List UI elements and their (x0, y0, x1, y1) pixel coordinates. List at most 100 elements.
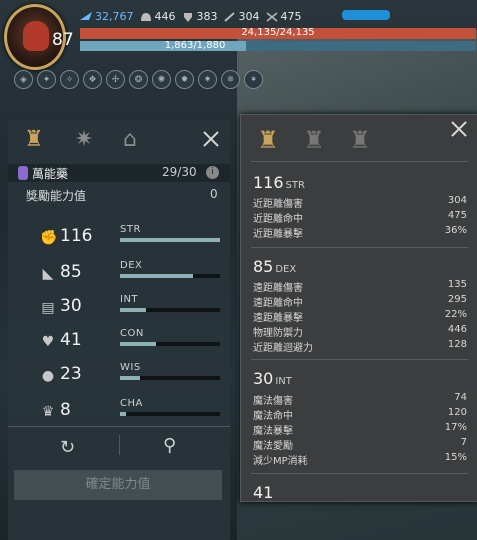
buff-icon[interactable]: ✵ (221, 70, 240, 89)
bonus-value: 0 (210, 187, 218, 201)
buff-icon[interactable]: ✢ (106, 70, 125, 89)
tab-magic-helmet-icon[interactable]: ♜ (347, 125, 373, 155)
buff-icon[interactable]: ✷ (198, 70, 217, 89)
detail-row: 遠距離暴擊 22% (253, 309, 467, 324)
tab-helmet-icon[interactable]: ♜ (20, 126, 48, 154)
stat-detail-panel: ♜ ♜ ♜ 116 STR 近距離傷害 304 近距離命中 475 近距離暴擊 36% … (240, 114, 477, 502)
section-int-header: 30 INT (253, 369, 292, 388)
top-hud: 87 32,767 446 383 304 475 24,135/24,135 … (0, 0, 477, 120)
stat-bar (120, 376, 220, 380)
buff-icon[interactable]: ✺ (152, 70, 171, 89)
detail-row: 物理防禦力 446 (253, 324, 467, 339)
stats-panel: ♜ ✷ ⌂ 萬能藥 29/30 i 獎勵能力值 0 ✊ 116 STR ◣ 85… (8, 120, 230, 540)
stat-bar (120, 342, 220, 346)
tab-house-icon[interactable]: ⌂ (116, 126, 144, 154)
info-icon[interactable]: i (206, 166, 219, 179)
stat-bar-fill (120, 274, 193, 278)
helmet-stat: 446 (140, 10, 176, 23)
buff-icon[interactable]: ❖ (83, 70, 102, 89)
head-icon: ● (41, 368, 55, 384)
stat-row-int[interactable]: ▤ 30 INT (8, 294, 230, 324)
search-icon[interactable]: ⚲ (163, 435, 176, 456)
potion-icon (18, 166, 28, 180)
mp-text: 1,863/1,880 (164, 40, 226, 51)
divider (119, 435, 120, 455)
skull-icon (23, 21, 49, 51)
detail-row: 魔法傷害 74 (253, 392, 467, 407)
buff-icon[interactable]: ✦ (37, 70, 56, 89)
shield-stat: 383 (182, 10, 218, 23)
stat-bar-fill (120, 376, 140, 380)
speed-stat: 32,767 (80, 10, 134, 23)
stat-row-con[interactable]: ♥ 41 CON (8, 328, 230, 358)
detail-row: 遠距離命中 295 (253, 294, 467, 309)
tab-melee-helmet-icon[interactable]: ♜ (255, 125, 281, 155)
book-icon: ▤ (41, 300, 55, 316)
tab-ranged-helmet-icon[interactable]: ♜ (301, 125, 327, 155)
wing-icon (80, 11, 92, 22)
stat-bar-fill (120, 238, 220, 242)
buff-icon[interactable]: ✹ (175, 70, 194, 89)
crossbow-stat: 475 (266, 10, 302, 23)
buff-icon[interactable]: ✶ (244, 70, 263, 89)
bonus-row: 獎勵能力值 0 (8, 186, 230, 204)
detail-row: 近距離命中 475 (253, 210, 467, 225)
section-str-header: 116 STR (253, 173, 305, 192)
stats-tabs: ♜ ✷ ⌂ (16, 126, 224, 154)
section-con-header: 41 (253, 483, 274, 502)
buff-icon[interactable]: ❂ (129, 70, 148, 89)
confirm-stats-button[interactable]: 確定能力值 (14, 470, 222, 500)
detail-row: 近距離迴避力 128 (253, 339, 467, 354)
crown-icon: ♛ (41, 404, 55, 420)
potion-name: 萬能藥 (32, 167, 69, 181)
detail-row: 近距離傷害 304 (253, 195, 467, 210)
redacted-name (342, 10, 390, 20)
section-dex-header: 85 DEX (253, 257, 297, 276)
divider (251, 161, 468, 162)
character-level: 87 (52, 30, 74, 50)
stat-row-wis[interactable]: ● 23 WIS (8, 362, 230, 392)
buff-row: ◈ ✦ ✧ ❖ ✢ ❂ ✺ ✹ ✷ ✵ ✶ (14, 70, 263, 89)
stat-bar-fill (120, 412, 126, 416)
stat-bar (120, 274, 220, 278)
stat-row-dex[interactable]: ◣ 85 DEX (8, 260, 230, 290)
shield-icon (182, 12, 194, 22)
divider (251, 247, 468, 248)
control-row: ↻ ⚲ (8, 426, 230, 463)
boot-icon: ◣ (42, 266, 54, 282)
crossbow-icon (266, 11, 278, 22)
elixir-row: 萬能藥 29/30 i (8, 164, 230, 182)
potion-count: 29/30 (162, 165, 197, 179)
buff-icon[interactable]: ◈ (14, 70, 33, 89)
stat-bar-fill (120, 308, 146, 312)
stat-row-str[interactable]: ✊ 116 STR (8, 224, 230, 254)
close-icon[interactable] (200, 128, 222, 150)
hp-bar: 24,135/24,135 (80, 27, 476, 39)
detail-row: 魔法暴擊 17% (253, 422, 467, 437)
divider (251, 473, 468, 474)
sword-stat: 304 (223, 10, 260, 23)
detail-row: 魔法命中 120 (253, 407, 467, 422)
top-stats-bar: 32,767 446 383 304 475 (80, 10, 302, 23)
hp-text: 24,135/24,135 (241, 27, 315, 38)
sword-icon (223, 11, 236, 22)
detail-row: 魔法愛勵 7 (253, 437, 467, 452)
arm-icon: ✊ (40, 230, 58, 246)
mp-bar: 1,863/1,880 (80, 40, 476, 51)
close-icon[interactable] (447, 117, 471, 141)
buff-icon[interactable]: ✧ (60, 70, 79, 89)
detail-row: 近距離暴擊 36% (253, 225, 467, 240)
reset-icon[interactable]: ↻ (60, 437, 75, 458)
divider (251, 359, 468, 360)
stat-bar (120, 412, 220, 416)
stat-bar-fill (120, 342, 156, 346)
stat-bar (120, 238, 220, 242)
detail-tabs: ♜ ♜ ♜ (255, 125, 455, 155)
detail-row: 減少MP消耗 15% (253, 452, 467, 467)
stat-bar (120, 308, 220, 312)
tab-star-icon[interactable]: ✷ (70, 126, 98, 154)
detail-row: 遠距離傷害 135 (253, 279, 467, 294)
bonus-label: 獎勵能力值 (26, 189, 87, 203)
stat-row-cha[interactable]: ♛ 8 CHA (8, 398, 230, 428)
helmet-icon (140, 12, 152, 22)
